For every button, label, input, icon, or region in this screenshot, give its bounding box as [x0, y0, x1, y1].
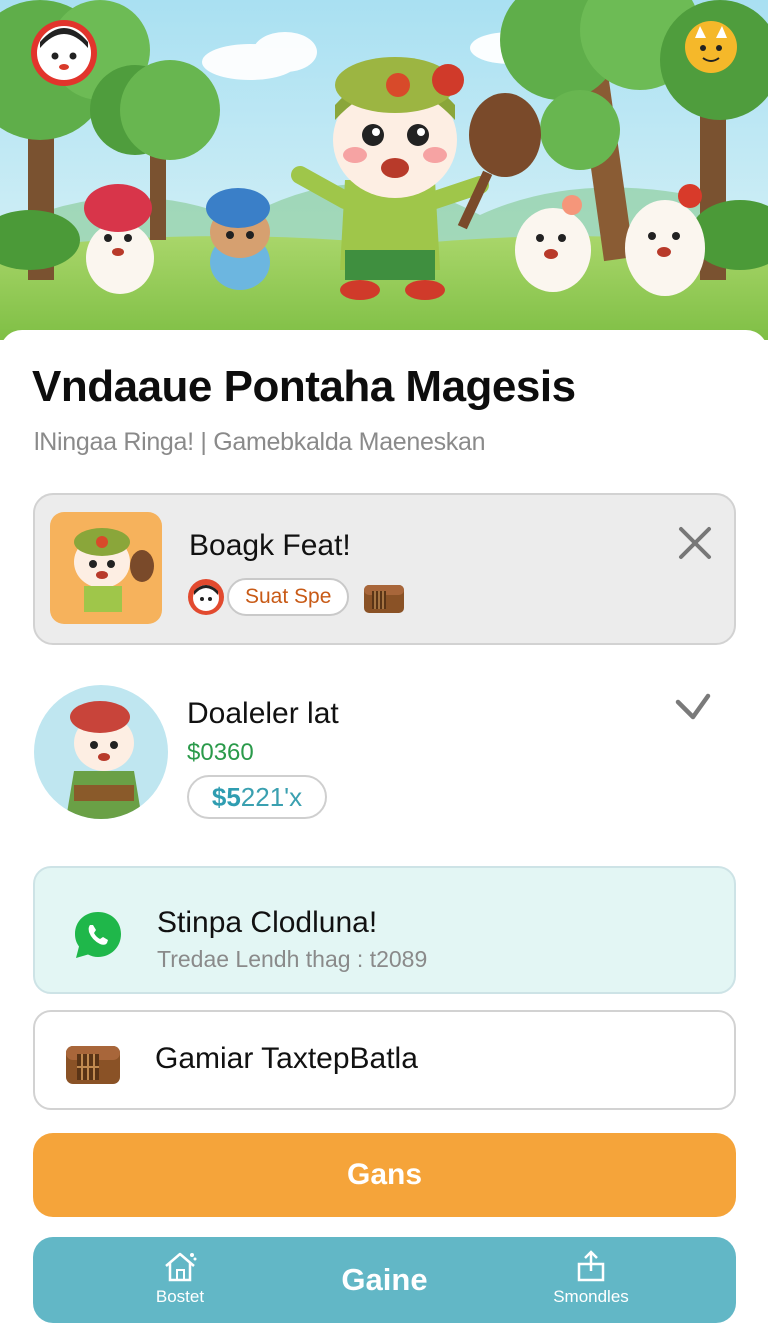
hero-banner — [0, 0, 768, 340]
chest-card[interactable]: Gamiar TaxtepBatla — [33, 1010, 736, 1110]
close-icon[interactable] — [675, 523, 715, 563]
hero-illustration — [0, 0, 768, 340]
chevron-down-icon[interactable] — [672, 690, 714, 726]
item-avatar — [34, 685, 168, 819]
nav-item-share[interactable]: Smondles — [541, 1249, 641, 1307]
chest-title: Gamiar TaxtepBatla — [155, 1042, 418, 1075]
page-subtitle: lNingaa Ringa! | Gamebkalda Maeneskan — [34, 428, 486, 456]
whatsapp-icon — [75, 912, 121, 958]
chat-subtitle: Tredae Lendh thag : t2089 — [157, 946, 428, 972]
avatar-icon[interactable] — [31, 20, 97, 86]
nav-item-home[interactable]: Bostet — [145, 1249, 215, 1307]
chest-icon — [66, 1046, 120, 1084]
item-amount-pill[interactable]: $5221'x — [187, 775, 327, 819]
featured-tag[interactable]: Suat Spe — [227, 578, 350, 616]
chat-card[interactable]: Stinpa Clodluna! Tredae Lendh thag : t20… — [33, 866, 736, 994]
primary-action-button[interactable]: Gans — [33, 1133, 736, 1217]
bottom-nav: Gaine Bostet Smondles — [33, 1237, 736, 1323]
chest-icon — [364, 585, 404, 613]
nav-left-label: Bostet — [155, 1287, 205, 1306]
featured-card[interactable]: Boagk Feat! Suat Spe — [33, 493, 736, 645]
share-icon — [577, 1250, 605, 1282]
featured-title: Boagk Feat! — [189, 529, 351, 562]
home-icon — [165, 1252, 197, 1282]
chat-title: Stinpa Clodluna! — [157, 906, 378, 939]
item-title: Doaleler lat — [187, 697, 339, 730]
nav-right-label: Smondles — [553, 1287, 629, 1306]
page-title: Vndaaue Pontaha Magesis — [32, 362, 576, 411]
item-amount-rest: 221'x — [240, 782, 303, 812]
item-amount-prefix: $5 — [211, 782, 241, 812]
avatar-icon — [188, 579, 224, 615]
item-price: $0360 — [187, 739, 254, 766]
fox-badge-icon[interactable] — [685, 21, 737, 73]
featured-thumbnail — [50, 512, 162, 624]
